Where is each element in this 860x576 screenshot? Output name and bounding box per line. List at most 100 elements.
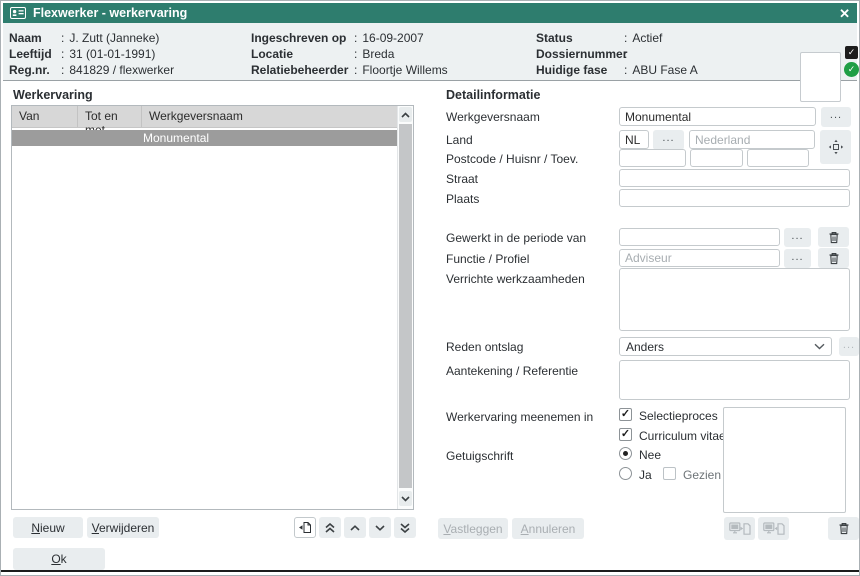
header-row-locatie: Locatie:Breda (251, 46, 448, 62)
check-icon: ✓ (621, 429, 630, 440)
status-value: Actief (632, 31, 662, 45)
import-document-icon (729, 522, 751, 536)
move-crosshair-icon (828, 139, 844, 155)
werkervaring-list: Van Tot en met Werkgeversnaam Monumental (11, 105, 414, 510)
trash-icon (838, 522, 850, 535)
map-position-button[interactable] (820, 130, 851, 164)
export-document-button[interactable] (758, 517, 789, 540)
column-header-van[interactable]: Van (12, 106, 78, 127)
chevron-down-icon (375, 525, 385, 531)
table-row-selected[interactable]: Monumental (12, 130, 398, 146)
huisnr-input[interactable] (690, 149, 743, 167)
getuigschrift-nee-radio[interactable] (619, 447, 632, 460)
getuigschrift-nee-label: Nee (639, 448, 661, 462)
postcode-label: Postcode / Huisnr / Toev. (446, 152, 578, 166)
functie-input[interactable] (619, 249, 780, 267)
reden-browse-button[interactable]: ... (839, 337, 859, 356)
import-document-button[interactable] (724, 517, 755, 540)
scroll-down-icon[interactable] (399, 491, 412, 506)
werkervaring-section-title: Werkervaring (13, 88, 93, 102)
vastleggen-button[interactable]: Vastleggen (438, 518, 508, 539)
relatiebeheerder-value: Floortje Willems (362, 63, 447, 77)
periode-delete-button[interactable] (818, 227, 849, 247)
huidige-fase-value: ABU Fase A (632, 63, 697, 77)
detailinformatie-section-title: Detailinformatie (446, 88, 540, 102)
land-label: Land (446, 133, 473, 147)
header-row-huidige-fase: Huidige fase:ABU Fase A (536, 62, 698, 78)
chevron-up-icon (350, 525, 360, 531)
curriculum-vitae-checkbox[interactable]: ✓ (619, 428, 632, 441)
header-row-ingeschreven: Ingeschreven op:16-09-2007 (251, 30, 448, 46)
move-down-button[interactable] (369, 517, 391, 538)
new-record-button[interactable] (294, 517, 316, 538)
trash-icon (828, 231, 840, 244)
plaats-label: Plaats (446, 192, 479, 206)
dialog-flexwerker-werkervaring: Flexwerker - werkervaring ✕ Naam:J. Zutt… (0, 0, 860, 576)
postcode-input[interactable] (619, 149, 686, 167)
reden-ontslag-select[interactable]: Anders (619, 337, 832, 356)
werkzaamheden-label: Verrichte werkzaamheden (446, 272, 585, 286)
werkervaring-list-header: Van Tot en met Werkgeversnaam (12, 106, 398, 128)
ingeschreven-value: 16-09-2007 (362, 31, 423, 45)
column-header-werkgeversnaam[interactable]: Werkgeversnaam (142, 106, 398, 127)
gezien-label: Gezien (683, 468, 721, 482)
getuigschrift-delete-button[interactable] (828, 517, 859, 540)
move-up-button[interactable] (344, 517, 366, 538)
land-code-input[interactable] (619, 130, 649, 149)
scrollbar-thumb[interactable] (399, 124, 412, 488)
naam-value: J. Zutt (Janneke) (69, 31, 159, 45)
reden-ontslag-label: Reden ontslag (446, 340, 523, 354)
export-document-icon (763, 522, 785, 536)
land-browse-button[interactable]: ... (653, 130, 684, 150)
check-icon: ✓ (621, 409, 630, 420)
move-first-button[interactable] (319, 517, 341, 538)
header-row-dossiernummer: Dossiernummer: (536, 46, 698, 62)
aantekening-label: Aantekening / Referentie (446, 364, 578, 378)
annuleren-button[interactable]: Annuleren (512, 518, 584, 539)
curriculum-vitae-label: Curriculum vitae (639, 429, 726, 443)
werkgeversnaam-browse-button[interactable]: ... (821, 107, 851, 127)
periode-browse-button[interactable]: ... (784, 228, 811, 247)
chevron-down-icon (814, 343, 825, 350)
functie-browse-button[interactable]: ... (784, 249, 811, 268)
werkgeversnaam-input[interactable] (619, 107, 816, 126)
column-header-tot-en-met[interactable]: Tot en met (78, 106, 142, 127)
scroll-up-icon[interactable] (399, 107, 412, 122)
getuigschrift-listbox[interactable] (723, 407, 846, 513)
header-row-status: Status:Actief (536, 30, 698, 46)
getuigschrift-ja-radio[interactable] (619, 467, 632, 480)
flexwerker-info-header: Naam:J. Zutt (Janneke) Leeftijd:31 (01-0… (3, 23, 857, 81)
move-last-button[interactable] (394, 517, 416, 538)
functie-delete-button[interactable] (818, 248, 849, 268)
periode-label: Gewerkt in de periode van (446, 231, 586, 245)
reden-ontslag-value: Anders (626, 340, 664, 354)
list-scrollbar[interactable] (397, 106, 413, 509)
aantekening-textarea[interactable] (619, 360, 850, 400)
werkzaamheden-textarea[interactable] (619, 268, 850, 331)
header-row-relatiebeheerder: Relatiebeheerder:Floortje Willems (251, 62, 448, 78)
land-name-input[interactable] (689, 130, 815, 149)
trash-icon (828, 252, 840, 265)
new-record-icon (298, 521, 312, 534)
straat-input[interactable] (619, 169, 850, 187)
green-check-icon: ✓ (844, 62, 859, 77)
header-row-naam: Naam:J. Zutt (Janneke) (9, 30, 174, 46)
window-title: Flexwerker - werkervaring (33, 6, 187, 20)
straat-label: Straat (446, 172, 478, 186)
locatie-value: Breda (362, 47, 394, 61)
toevoeging-input[interactable] (747, 149, 809, 167)
plaats-input[interactable] (619, 189, 850, 207)
selectieproces-checkbox[interactable]: ✓ (619, 408, 632, 421)
nieuw-button[interactable]: Nieuw (13, 517, 83, 538)
periode-input[interactable] (619, 228, 780, 246)
getuigschrift-label: Getuigschrift (446, 449, 513, 463)
werkgeversnaam-label: Werkgeversnaam (446, 110, 540, 124)
functie-label: Functie / Profiel (446, 252, 529, 266)
close-icon[interactable]: ✕ (839, 7, 850, 20)
verwijderen-button[interactable]: Verwijderen (87, 517, 159, 538)
window-bottom-edge (1, 570, 859, 572)
selectieproces-label: Selectieproces (639, 409, 718, 423)
ok-button[interactable]: Ok (13, 548, 105, 570)
leeftijd-value: 31 (01-01-1991) (69, 47, 155, 61)
gezien-checkbox[interactable]: ✓ (663, 467, 676, 480)
